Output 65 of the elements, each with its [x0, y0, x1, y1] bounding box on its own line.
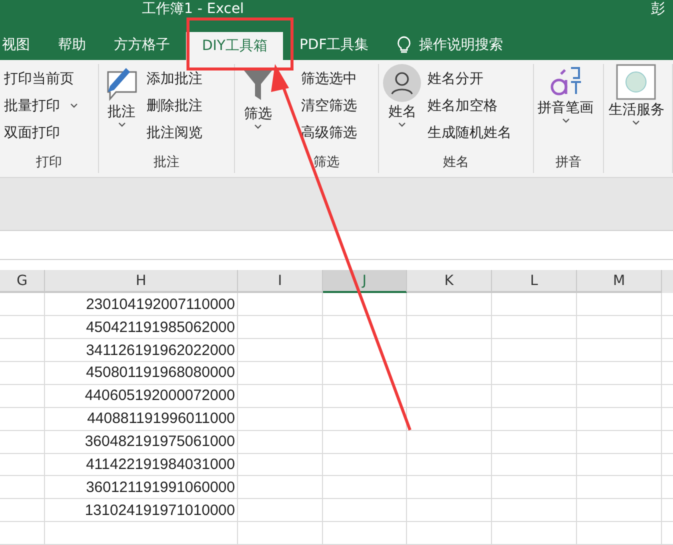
caret-icon: [398, 122, 406, 127]
table-cell: 440881191996011000: [45, 408, 238, 431]
ribbon-large-button[interactable]: 批注: [102, 64, 141, 154]
ribbon-large-button[interactable]: 生活服务: [608, 64, 664, 174]
ribbon-tab[interactable]: 方方格子: [102, 30, 182, 60]
ribbon-command[interactable]: 批注阅览: [146, 122, 203, 144]
ribbon-command[interactable]: 双面打印: [4, 122, 78, 144]
column-header[interactable]: G: [0, 270, 45, 294]
window-title: 工作簿1 - Excel: [142, 1, 244, 18]
table-cell: 230104192007110000: [45, 293, 238, 316]
ribbon-tab[interactable]: 帮助: [46, 30, 98, 60]
column-header[interactable]: I: [238, 270, 323, 294]
table-cell: 411422191984031000: [45, 454, 238, 476]
group-label: 拼音: [555, 154, 582, 172]
table-cell: 131024191971010000: [45, 499, 238, 522]
group-label: 批注: [153, 154, 180, 172]
caret-icon: [254, 124, 262, 129]
empty-cell: [0, 293, 45, 316]
empty-cell: [0, 408, 45, 431]
group-label: 姓名: [442, 154, 469, 172]
ribbon-command[interactable]: 姓名加空格: [427, 94, 512, 117]
table-cell: 450421191985062000: [45, 316, 238, 340]
caret-icon: [118, 122, 126, 127]
ribbon-command[interactable]: 批量打印: [4, 94, 78, 117]
ribbon-tab[interactable]: 视图: [0, 30, 42, 60]
empty-cell: [0, 430, 45, 454]
group-label: 打印: [36, 154, 62, 172]
column-header[interactable]: M: [577, 270, 662, 294]
empty-cell: [0, 339, 45, 362]
ribbon-command[interactable]: 打印当前页: [4, 68, 78, 90]
empty-cell: [0, 316, 45, 340]
ribbon-large-button[interactable]: 姓名: [383, 64, 422, 154]
caret-icon: [562, 118, 570, 123]
empty-cell: [0, 522, 45, 545]
table-cell: 440605192000072000: [45, 384, 238, 408]
caret-icon: [70, 103, 78, 108]
ribbon-large-button[interactable]: 拼音笔画: [538, 64, 594, 154]
table-cell: 341126191962022000: [45, 339, 238, 362]
column-header[interactable]: J: [323, 270, 407, 294]
column-header[interactable]: L: [492, 270, 577, 294]
ribbon-command[interactable]: 姓名分开: [427, 68, 512, 90]
ribbon-command[interactable]: 生成随机姓名: [427, 122, 512, 144]
lightbulb-icon: [396, 36, 411, 54]
column-header[interactable]: H: [45, 270, 238, 294]
empty-cell: [0, 384, 45, 408]
ribbon-command[interactable]: 高级筛选: [300, 122, 357, 144]
ribbon-command[interactable]: 筛选选中: [300, 68, 357, 90]
empty-cell: [0, 499, 45, 522]
ribbon-command[interactable]: 添加批注: [146, 68, 203, 90]
ribbon-tab[interactable]: DIY工具箱: [186, 32, 284, 60]
empty-cell: [0, 454, 45, 476]
person-avatar-icon: [383, 64, 422, 102]
group-label: 筛选: [314, 154, 340, 172]
tell-me-search[interactable]: 操作说明搜索: [384, 30, 515, 60]
table-cell: 360121191991060000: [45, 476, 238, 500]
empty-cell: [0, 476, 45, 500]
empty-cell: [0, 362, 45, 385]
table-cell: 450801191968080000: [45, 362, 238, 385]
table-cell: 360482191975061000: [45, 430, 238, 454]
ribbon-tab[interactable]: PDF工具集: [287, 30, 381, 60]
column-header[interactable]: K: [407, 270, 492, 294]
user-name: 彭: [651, 1, 665, 18]
ribbon-command[interactable]: 删除批注: [146, 94, 203, 117]
caret-icon: [632, 120, 640, 125]
ribbon-command[interactable]: 清空筛选: [300, 94, 357, 117]
